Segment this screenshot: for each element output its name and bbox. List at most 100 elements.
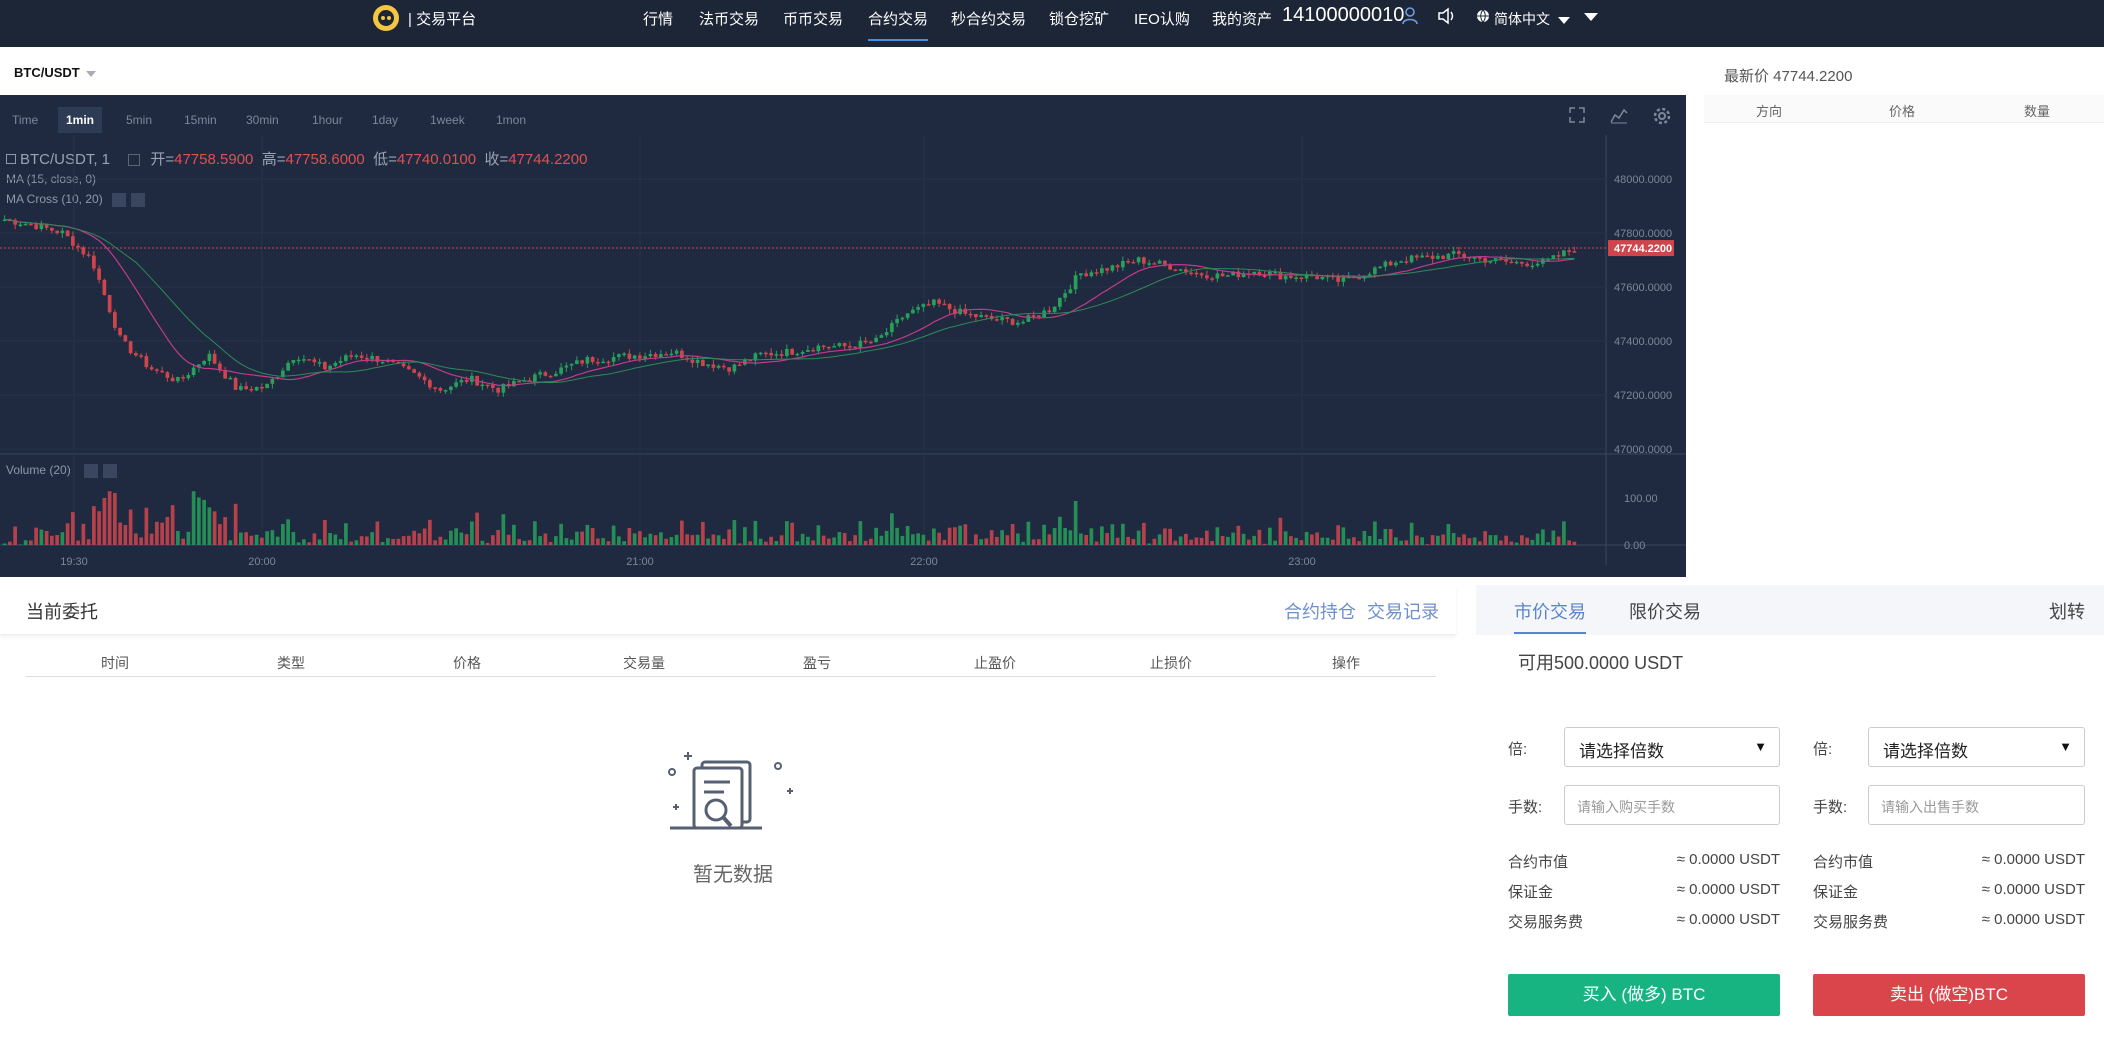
nav-item-spot[interactable]: 币币交易 xyxy=(783,8,843,29)
sell-short-button[interactable]: 卖出 (做空)BTC xyxy=(1813,974,2085,1016)
candle-body xyxy=(596,361,600,364)
volume-bar xyxy=(1420,537,1424,545)
candle-body xyxy=(1005,317,1010,319)
volume-bar xyxy=(1388,529,1393,545)
volume-bar xyxy=(1404,540,1409,545)
volume-bar xyxy=(265,531,269,545)
volume-bar xyxy=(895,527,899,545)
available-balance: 可用500.0000 USDT xyxy=(1518,653,1684,673)
volume-bar xyxy=(186,531,191,545)
candle-body xyxy=(412,369,416,373)
tab-limit-trade[interactable]: 限价交易 xyxy=(1629,598,1701,624)
volume-bar xyxy=(1357,541,1361,545)
caret-down-icon xyxy=(85,70,96,77)
buy-leverage-select[interactable]: 请选择倍数 ▼ xyxy=(1564,727,1780,767)
volume-bar xyxy=(590,528,595,545)
candle-body xyxy=(270,378,275,384)
volume-bar xyxy=(134,533,138,545)
candle-body xyxy=(932,299,936,306)
candle-body xyxy=(680,350,684,358)
volume-bar xyxy=(1352,537,1356,545)
candle-body xyxy=(81,247,86,255)
tab-positions[interactable]: 合约持仓 xyxy=(1284,598,1356,624)
transfer-link[interactable]: 划转 xyxy=(2049,598,2085,624)
tab-market-trade[interactable]: 市价交易 xyxy=(1514,598,1586,634)
volume-bar xyxy=(1016,533,1020,545)
candle-body xyxy=(144,356,149,368)
candle-body xyxy=(1100,268,1104,274)
volume-bar xyxy=(869,538,873,545)
volume-bar xyxy=(1142,522,1146,545)
sell-market-value-label: 合约市值 xyxy=(1813,854,1874,871)
candle-body xyxy=(1567,250,1571,252)
brand-name[interactable]: | 交易平台 xyxy=(408,8,476,29)
nav-item-staking[interactable]: 锁仓挖矿 xyxy=(1049,8,1109,29)
nav-item-fiat[interactable]: 法币交易 xyxy=(699,8,759,29)
volume-bar xyxy=(1493,535,1498,545)
candle-body xyxy=(926,304,931,306)
candle-body xyxy=(128,341,133,354)
nav-item-ieo[interactable]: IEO认购 xyxy=(1134,8,1190,29)
volume-tick-label: 100.00 xyxy=(1624,493,1658,505)
pair-selector[interactable]: BTC/USDT xyxy=(14,65,96,80)
volume-bar xyxy=(1304,531,1309,545)
user-icon[interactable] xyxy=(1401,6,1419,31)
language-select[interactable]: 简体中文 xyxy=(1494,9,1570,29)
volume-bar xyxy=(585,524,590,545)
sell-margin-label: 保证金 xyxy=(1813,884,1859,901)
logo-icon[interactable] xyxy=(373,5,399,31)
volume-bar xyxy=(968,544,973,545)
volume-bar xyxy=(958,525,962,545)
candle-body xyxy=(328,365,332,370)
candle-body xyxy=(139,355,143,357)
candle-body xyxy=(653,354,658,357)
volume-bar xyxy=(197,497,201,545)
volume-bar xyxy=(107,491,112,545)
volume-bar xyxy=(422,528,427,545)
menu-dropdown-icon[interactable] xyxy=(1584,13,1598,21)
volume-bar xyxy=(1220,536,1225,545)
buy-qty-input[interactable]: 请输入购买手数 xyxy=(1564,785,1780,825)
tab-trade-history[interactable]: 交易记录 xyxy=(1367,598,1439,624)
candle-body xyxy=(170,377,175,382)
sound-icon[interactable] xyxy=(1437,7,1457,30)
sell-leverage-select[interactable]: 请选择倍数 ▼ xyxy=(1868,727,2085,767)
nav-item-market[interactable]: 行情 xyxy=(643,8,673,29)
candle-body xyxy=(879,335,884,338)
candle-body xyxy=(1457,251,1461,254)
nav-item-assets[interactable]: 我的资产 xyxy=(1212,8,1272,29)
candle-body xyxy=(827,346,831,349)
volume-bar xyxy=(123,525,128,545)
candle-body xyxy=(905,313,910,318)
volume-bar xyxy=(307,542,311,545)
volume-bar xyxy=(1073,500,1078,545)
candle-body xyxy=(711,364,716,368)
candle-body xyxy=(1000,317,1004,321)
volume-bar xyxy=(1462,534,1466,545)
candle-body xyxy=(842,343,847,347)
price-chart[interactable]: Time 1min 5min 15min 30min 1hour 1day 1week 1mon… xyxy=(0,95,1686,577)
nav-item-second-contract[interactable]: 秒合约交易 xyxy=(951,8,1026,29)
volume-bar xyxy=(995,536,999,545)
volume-bar xyxy=(149,533,154,545)
volume-bar xyxy=(160,522,164,545)
nav-item-contract[interactable]: 合约交易 xyxy=(868,8,929,41)
candle-body xyxy=(1451,251,1456,254)
candlestick-plot[interactable]: 48000.0000 47800.0000 47600.0000 47400.0000… xyxy=(0,95,1686,577)
sell-qty-input[interactable]: 请输入出售手数 xyxy=(1868,785,2085,825)
volume-bar xyxy=(391,538,395,545)
candle-body xyxy=(23,223,28,226)
volume-bar xyxy=(407,535,411,545)
volume-bar xyxy=(1042,524,1046,545)
candle-body xyxy=(1446,253,1451,259)
candle-body xyxy=(716,365,721,368)
volume-bar xyxy=(92,506,96,545)
account-number[interactable]: 14100000010 xyxy=(1282,4,1404,27)
buy-long-button[interactable]: 买入 (做多) BTC xyxy=(1508,974,1780,1016)
candle-body xyxy=(344,355,348,361)
candle-body xyxy=(1147,263,1151,265)
candle-body xyxy=(1399,261,1403,263)
volume-bar xyxy=(1236,525,1241,545)
tab-current-orders[interactable]: 当前委托 xyxy=(26,598,98,624)
volume-bar xyxy=(65,523,70,545)
